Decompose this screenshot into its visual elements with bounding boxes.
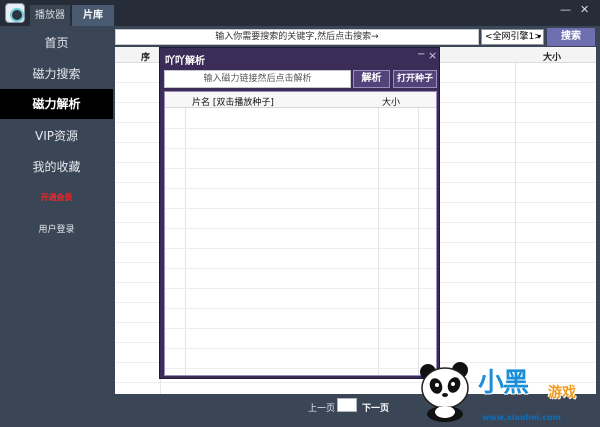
search-button[interactable]: 搜索 [547,28,595,46]
column-header-name[interactable]: 片名 [双击播放种子] [192,95,274,108]
site-watermark: 小黑 游戏 www.xiaohei.com [408,356,600,427]
tab-player[interactable]: 播放器 [30,5,70,26]
grid-line [165,128,436,129]
watermark-sub: 游戏 [548,385,576,401]
dialog-close-icon[interactable]: × [428,49,437,62]
engine-select[interactable]: <全网引擎1> ▾ [481,29,544,45]
engine-select-value: <全网引擎1> [485,32,542,42]
chevron-down-icon: ▾ [536,32,541,41]
grid-line [378,92,379,375]
parse-button[interactable]: 解析 [353,70,390,88]
sidebar-item-magnet-parse[interactable]: 磁力解析 [0,89,113,119]
minimize-icon[interactable]: — [560,3,571,17]
column-header-size[interactable]: 大小 [382,95,400,108]
sidebar: 首页 磁力搜索 磁力解析 VIP资源 我的收藏 开通会员 用户登录 [0,26,113,427]
tab-library[interactable]: 片库 [72,5,114,26]
column-header-seq[interactable]: 序 [141,50,150,63]
grid-line [165,168,436,169]
column-header-size[interactable]: 大小 [543,50,561,63]
search-input[interactable]: 输入你需要搜索的关键字,然后点击搜索→ [115,29,479,45]
sidebar-item-login[interactable]: 用户登录 [0,220,113,240]
sidebar-item-magnet-search[interactable]: 磁力搜索 [0,60,113,88]
dialog-minimize-icon[interactable]: − [417,49,425,60]
sidebar-item-vip-resources[interactable]: VIP资源 [0,122,113,150]
grid-line [165,228,436,229]
grid-line [165,208,436,209]
watermark-url: www.xiaohei.com [482,413,561,422]
app-logo-icon [5,3,25,23]
grid-line [165,308,436,309]
panda-mascot-icon [420,362,469,422]
grid-line [418,92,419,375]
torrent-list-header: 片名 [双击播放种子] 大小 [165,92,436,108]
open-torrent-button[interactable]: 打开种子 [393,70,437,88]
grid-line [165,348,436,349]
dialog-title: 吖吖解析 [165,56,205,67]
magnet-parse-dialog: 吖吖解析 − × 输入磁力链接然后点击解析 解析 打开种子 片名 [双击播放种子… [159,47,440,379]
grid-line [165,148,436,149]
torrent-file-list[interactable]: 片名 [双击播放种子] 大小 [164,91,437,376]
watermark-brand: 小黑 [478,368,529,398]
sidebar-item-favorites[interactable]: 我的收藏 [0,153,113,181]
sidebar-item-home[interactable]: 首页 [0,29,113,57]
grid-line [165,268,436,269]
grid-line [165,188,436,189]
magnet-link-input[interactable]: 输入磁力链接然后点击解析 [164,70,351,88]
page-number-input[interactable] [337,398,357,412]
grid-line [185,92,186,375]
grid-line [165,248,436,249]
grid-line [165,288,436,289]
next-page-link[interactable]: 下一页 [362,401,389,414]
grid-line [515,47,516,394]
grid-line [165,328,436,329]
close-icon[interactable]: ✕ [580,3,589,17]
grid-line [165,368,436,369]
title-bar: 播放器 片库 — ✕ [0,0,600,26]
prev-page-link[interactable]: 上一页 [308,401,335,414]
sidebar-item-open-vip[interactable]: 开通会员 [0,188,113,208]
